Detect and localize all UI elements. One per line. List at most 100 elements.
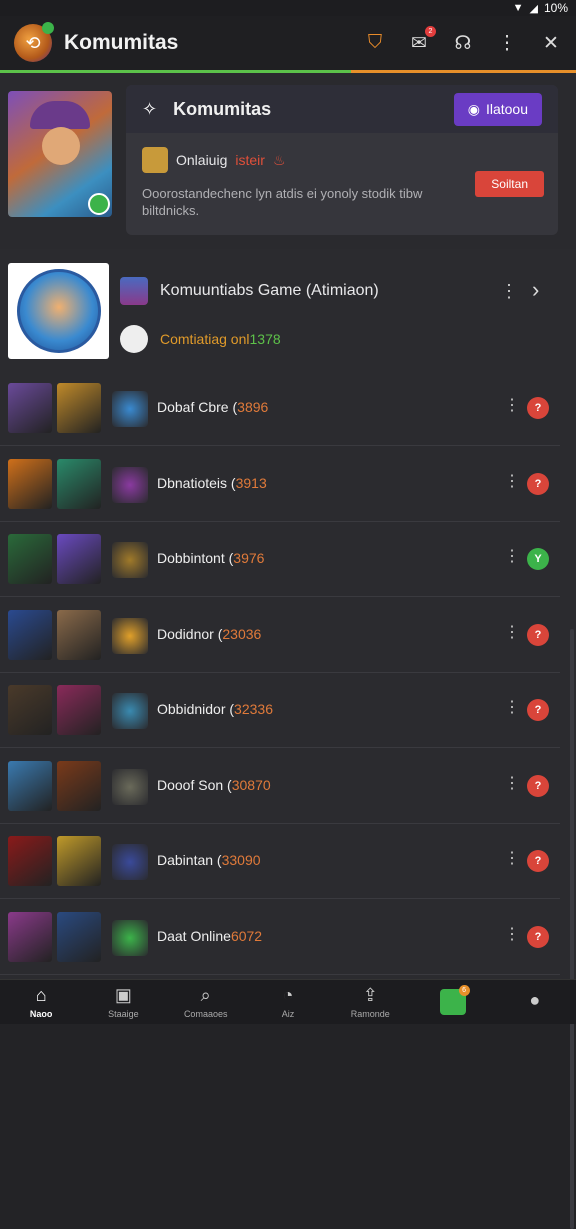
game-icon [112,920,148,956]
more-icon[interactable]: ⋮ [496,32,518,55]
scrollbar[interactable] [570,629,574,1229]
banner-card: ✧ Komumitas ◉Ilatoou Onlaiuig isteir ♨ O… [126,85,558,235]
wifi-icon: ▼ [513,2,524,14]
more-icon[interactable]: ⋮ [500,281,518,302]
list-item[interactable]: Dbnatioteis (3913 ⋮? [0,447,560,522]
featured-community[interactable]: Komuuntiabs Game (Atimiaon) Comtiatiag o… [0,261,560,371]
banner-title: Komumitas [173,99,271,120]
see-button[interactable]: Soiltan [475,171,544,197]
avatar [8,836,52,886]
featured-avatar [8,263,109,359]
more-icon[interactable]: ⋮ [504,471,520,491]
status-badge[interactable]: Y [527,548,549,570]
verified-icon [88,193,110,215]
more-icon[interactable]: ⋮ [504,622,520,642]
game-icon: 6 [440,989,466,1015]
list-item[interactable]: Dobbintont (3976⋮Y [0,522,560,597]
avatar [8,459,52,509]
headset-icon[interactable]: ☊ [452,32,474,55]
nav-item[interactable]: 6 [418,989,488,1015]
bookmark-icon[interactable]: ⛉ [364,32,386,54]
game-icon [112,391,148,427]
more-icon[interactable]: ⋮ [504,924,520,944]
app-logo-icon[interactable]: ⟲ [14,24,52,62]
game-icon [142,147,168,173]
status-badge[interactable]: ? [527,397,549,419]
status-badge[interactable]: ? [527,473,549,495]
chevron-right-icon[interactable]: › [532,277,539,303]
list-item-label: Dbnatioteis (3913 [157,475,267,491]
online-sub: isteir [235,152,265,168]
more-icon[interactable]: ⋮ [504,773,520,793]
avatar [8,610,52,660]
game-icon [112,618,148,654]
avatar [8,685,52,735]
more-icon[interactable]: ⋮ [504,546,520,566]
game-icon [112,467,148,503]
banner-description: Ooorostandechenc lyn atdis ei yonoly sto… [142,185,442,219]
community-list: Komuuntiabs Game (Atimiaon) Comtiatiag o… [0,249,576,979]
avatar [57,459,101,509]
bottom-nav: ⌂ Naoo ▣Staaige ⌕Comaaoes ◔ Aiz ⇪Ramonde 6 ● [0,979,576,1024]
mail-icon[interactable]: ✉2 [408,32,430,55]
more-icon[interactable]: ⋮ [504,848,520,868]
game-icon [112,693,148,729]
status-bar: ▼ ◢ 10% [0,0,576,16]
join-button[interactable]: ◉Ilatoou [454,93,542,126]
battery-level: 10% [544,1,568,15]
featured-sub-row: Comtiatiag onl1378 [120,325,281,353]
app-title: Komumitas [64,31,178,55]
nav-item[interactable]: ● [500,990,570,1014]
list-item[interactable]: Dabintan (33090 ⋮? [0,824,560,899]
featured-sub-num: 1378 [250,331,281,347]
avatar [57,912,101,962]
avatar [57,383,101,433]
nav-item[interactable]: ⇪Ramonde [335,985,405,1019]
nav-label: Aiz [282,1009,295,1019]
avatar [8,761,52,811]
tools-icon[interactable]: ✕ [540,32,562,55]
pin-icon: ✧ [142,99,157,120]
list-item[interactable]: Obbidnidor (32336⋮? [0,673,560,748]
avatar [57,685,101,735]
list-item[interactable]: Dooof Son (30870⋮? [0,749,560,824]
avatar [8,912,52,962]
app-bar: ⟲ Komumitas ⛉ ✉2 ☊ ⋮ ✕ [0,16,576,70]
status-badge[interactable]: ? [527,926,549,948]
list-item[interactable]: Daat Online6072 ⋮? [0,900,560,975]
status-badge[interactable]: ? [527,699,549,721]
banner-hero-image[interactable] [8,91,112,217]
status-badge[interactable]: ? [527,775,549,797]
signal-icon: ◢ [530,2,538,15]
game-thumb-icon [120,277,148,305]
nav-item[interactable]: ▣Staaige [88,985,158,1019]
nav-item[interactable]: ⌂ Naoo [6,985,76,1019]
avatar [57,761,101,811]
status-badge[interactable]: ? [527,850,549,872]
more-icon[interactable]: ⋮ [504,395,520,415]
status-badge[interactable]: ? [527,624,549,646]
avatar [8,534,52,584]
nav-item[interactable]: ◔ Aiz [253,985,323,1019]
mail-badge: 2 [425,26,436,37]
compass-icon: ◔ [283,985,294,1007]
nav-item[interactable]: ⌕Comaaoes [171,985,241,1019]
community-banner: ✧ Komumitas ◉Ilatoou Onlaiuig isteir ♨ O… [0,73,576,249]
game-icon [112,769,148,805]
online-label: Onlaiuig [176,152,227,168]
profile-icon: ● [529,990,540,1012]
game-icon [112,844,148,880]
list-item[interactable]: Dobaf Cbre (3896⋮? [0,371,560,446]
list-item[interactable]: Dodidnor (23036⋮? [0,598,560,673]
more-icon[interactable]: ⋮ [504,697,520,717]
nav-label: Naoo [30,1009,53,1019]
home-icon: ⌂ [36,985,47,1007]
list-item-label: Dabintan (33090 [157,852,261,868]
featured-title: Komuuntiabs Game (Atimiaon) [160,282,379,300]
chat-icon: ◉ [468,101,480,118]
search-icon: ⌕ [201,985,211,1007]
game-icon [112,542,148,578]
avatar [57,534,101,584]
list-item-label: Daat Online6072 [157,928,262,944]
featured-sub-label: Comtiatiag onl [160,331,250,347]
